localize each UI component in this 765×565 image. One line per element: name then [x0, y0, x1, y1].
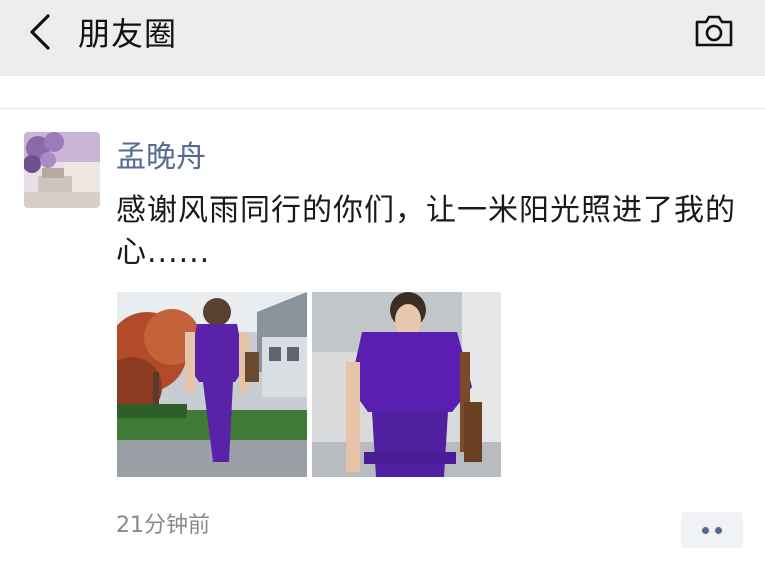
- more-actions-button[interactable]: [681, 512, 743, 548]
- post-timestamp: 21分钟前: [116, 513, 210, 538]
- top-navigation-bar: 朋友圈: [0, 0, 765, 76]
- avatar[interactable]: [24, 132, 100, 208]
- chevron-left-icon: [28, 13, 52, 55]
- back-button[interactable]: [20, 12, 60, 56]
- section-divider: [0, 108, 765, 109]
- post-photo[interactable]: [117, 292, 307, 477]
- more-dots-icon: [702, 526, 722, 534]
- camera-button[interactable]: [693, 14, 735, 52]
- post-text: 感谢风雨同行的你们，让一米阳光照进了我的心......: [116, 193, 736, 270]
- author-name[interactable]: 孟晚舟: [116, 138, 206, 178]
- post-photo[interactable]: [312, 292, 501, 477]
- camera-icon: [694, 14, 734, 52]
- page-title: 朋友圈: [78, 15, 178, 53]
